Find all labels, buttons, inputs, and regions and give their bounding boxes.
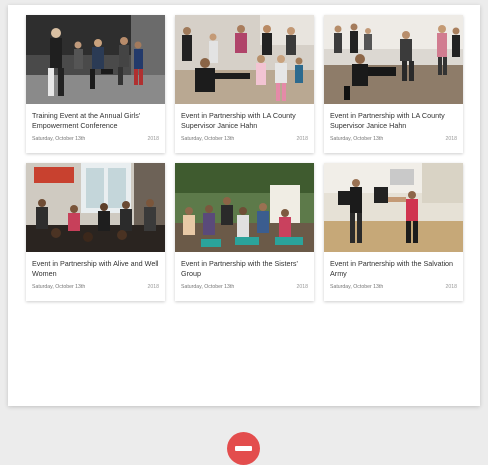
event-photo xyxy=(26,15,165,104)
event-meta: Saturday, October 13th 2018 xyxy=(175,284,314,290)
event-date: Saturday, October 13th xyxy=(330,284,384,290)
event-year: 2018 xyxy=(296,136,308,142)
event-meta: Saturday, October 13th 2018 xyxy=(26,284,165,290)
event-photo xyxy=(175,15,314,104)
event-title: Event in Partnership with LA County Supe… xyxy=(330,111,445,130)
event-year: 2018 xyxy=(147,136,159,142)
event-title: Event in Partnership with LA County Supe… xyxy=(181,111,296,130)
event-year: 2018 xyxy=(296,284,308,290)
event-meta: Saturday, October 13th 2018 xyxy=(175,136,314,142)
event-photo xyxy=(324,163,463,252)
event-meta: Saturday, October 13th 2018 xyxy=(26,136,165,142)
event-card[interactable]: Event in Partnership with LA County Supe… xyxy=(175,15,314,153)
event-card[interactable]: Training Event at the Annual Girls' Empo… xyxy=(26,15,165,153)
event-date: Saturday, October 13th xyxy=(181,284,235,290)
events-grid: Training Event at the Annual Girls' Empo… xyxy=(26,15,464,301)
event-card[interactable]: Event in Partnership with LA County Supe… xyxy=(324,15,463,153)
event-photo xyxy=(175,163,314,252)
event-title: Event in Partnership with the Salvation … xyxy=(330,259,454,278)
event-title: Training Event at the Annual Girls' Empo… xyxy=(32,111,141,130)
event-date: Saturday, October 13th xyxy=(330,136,384,142)
event-card[interactable]: Event in Partnership with the Sisters' G… xyxy=(175,163,314,301)
event-date: Saturday, October 13th xyxy=(32,136,86,142)
event-year: 2018 xyxy=(445,284,457,290)
event-photo xyxy=(324,15,463,104)
event-date: Saturday, October 13th xyxy=(181,136,235,142)
event-meta: Saturday, October 13th 2018 xyxy=(324,136,463,142)
events-panel: Training Event at the Annual Girls' Empo… xyxy=(8,5,480,406)
event-date: Saturday, October 13th xyxy=(32,284,86,290)
event-year: 2018 xyxy=(147,284,159,290)
event-year: 2018 xyxy=(445,136,457,142)
remove-button[interactable] xyxy=(227,432,260,465)
event-card[interactable]: Event in Partnership with the Salvation … xyxy=(324,163,463,301)
event-meta: Saturday, October 13th 2018 xyxy=(324,284,463,290)
event-photo xyxy=(26,163,165,252)
minus-circle-icon xyxy=(235,446,252,451)
event-title: Event in Partnership with Alive and Well… xyxy=(32,259,159,278)
event-card[interactable]: Event in Partnership with Alive and Well… xyxy=(26,163,165,301)
event-title: Event in Partnership with the Sisters' G… xyxy=(181,259,298,278)
